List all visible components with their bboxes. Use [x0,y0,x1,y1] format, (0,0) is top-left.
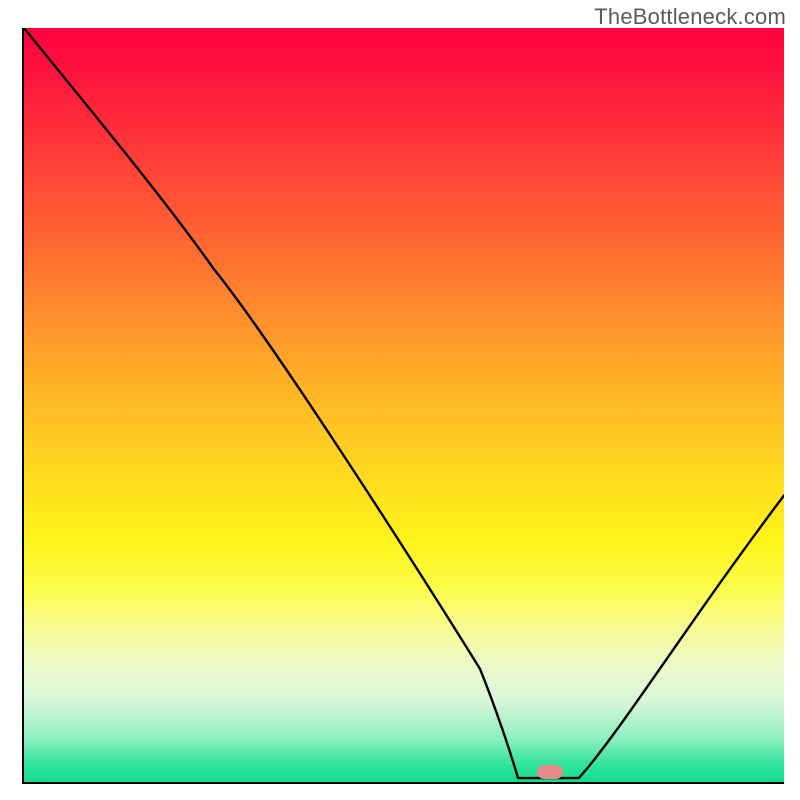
optimum-marker [537,765,563,779]
chart-plot-area [22,28,784,784]
bottleneck-curve [24,28,784,782]
watermark-text: TheBottleneck.com [594,4,786,30]
